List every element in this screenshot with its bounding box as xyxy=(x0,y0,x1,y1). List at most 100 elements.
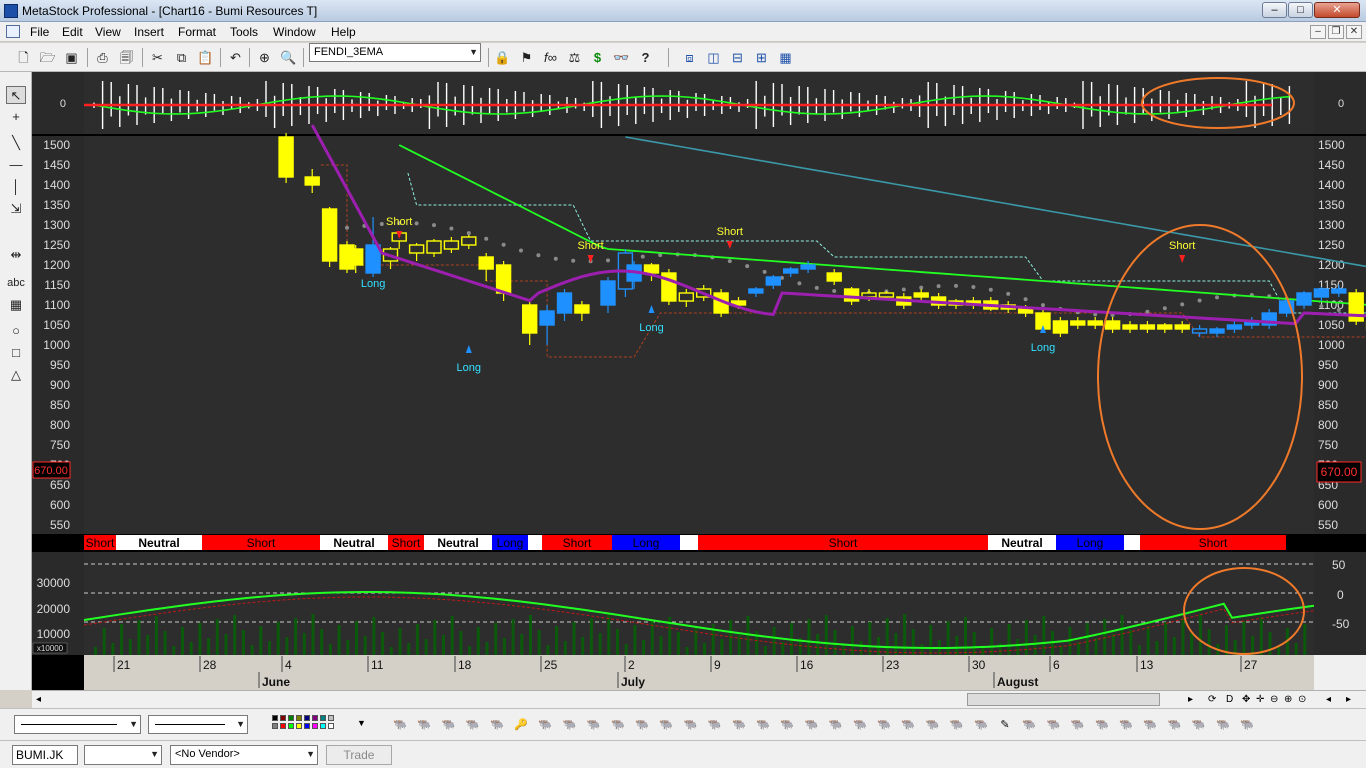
menu-file[interactable]: File xyxy=(30,25,49,39)
function-icon[interactable]: f∞ xyxy=(541,48,560,67)
expert-advisor-icon[interactable]: 🐃 xyxy=(973,717,989,733)
minimize-window-button[interactable]: – xyxy=(1262,2,1287,18)
binoculars-icon[interactable]: 👓 xyxy=(612,48,631,67)
color-swatch[interactable] xyxy=(304,715,310,721)
expert-advisor-icon[interactable]: 🐃 xyxy=(465,717,481,733)
expert-advisor-icon[interactable]: 🐃 xyxy=(1094,717,1110,733)
mdi-minimize-button[interactable]: – xyxy=(1310,25,1326,39)
color-swatch[interactable] xyxy=(312,723,318,729)
tile-horizontal-icon[interactable]: ⊟ xyxy=(728,48,747,67)
color-swatch[interactable] xyxy=(312,715,318,721)
menu-view[interactable]: View xyxy=(95,25,121,39)
cycle-lines-icon[interactable]: ⇹ xyxy=(6,246,26,264)
undo-icon[interactable]: ↶ xyxy=(226,48,245,67)
pen-icon[interactable]: ✎ xyxy=(997,717,1013,733)
cut-icon[interactable]: ✂ xyxy=(148,48,167,67)
expert-advisor-icon[interactable]: 🐃 xyxy=(803,717,819,733)
expert-advisor-icon[interactable]: 🐃 xyxy=(1021,717,1037,733)
expert-combo[interactable]: FENDI_3EMA ▼ xyxy=(309,43,481,62)
expert-advisor-icon[interactable]: 🐃 xyxy=(828,717,844,733)
pointer-icon[interactable]: ↖ xyxy=(6,86,26,104)
color-swatch[interactable] xyxy=(280,715,286,721)
chart-window[interactable]: 0 0 1500 1500 1450 1450 1400 1400 1350 1350 1300… xyxy=(32,72,1366,690)
menu-insert[interactable]: Insert xyxy=(134,25,164,39)
color-swatch[interactable] xyxy=(296,715,302,721)
expert-advisor-icon[interactable]: 🐃 xyxy=(1215,717,1231,733)
expert-advisor-icon[interactable]: 🐃 xyxy=(1142,717,1158,733)
expert-advisor-icon[interactable]: 🐃 xyxy=(586,717,602,733)
cascade-icon[interactable]: ⧈ xyxy=(680,48,699,67)
periodicity-combo[interactable]: ▼ xyxy=(84,745,162,765)
menu-help[interactable]: Help xyxy=(331,25,356,39)
expert-advisor-icon[interactable]: 🐃 xyxy=(779,717,795,733)
color-palette[interactable] xyxy=(272,715,356,733)
color-swatch[interactable] xyxy=(304,723,310,729)
color-swatch[interactable] xyxy=(328,715,334,721)
triangle-tool-icon[interactable]: △ xyxy=(6,366,26,384)
color-swatch[interactable] xyxy=(328,723,334,729)
color-palette-chevron-icon[interactable]: ▼ xyxy=(357,718,366,728)
horizontal-line-icon[interactable]: — xyxy=(6,156,26,174)
first-bar-icon[interactable]: ◂ xyxy=(1326,694,1331,705)
chart-document-icon[interactable] xyxy=(6,25,20,38)
trendline-icon[interactable]: ╲ xyxy=(6,134,26,152)
expert-advisor-icon[interactable]: 🐃 xyxy=(707,717,723,733)
move-icon[interactable]: ✥ xyxy=(1242,694,1250,705)
expert-advisor-icon[interactable]: 🐃 xyxy=(924,717,940,733)
print-icon[interactable]: ⎙ xyxy=(93,48,112,67)
color-swatch[interactable] xyxy=(280,723,286,729)
tile-vertical-icon[interactable]: ◫ xyxy=(704,48,723,67)
expert-advisor-icon[interactable]: 🐃 xyxy=(852,717,868,733)
dollar-icon[interactable]: $ xyxy=(588,48,607,67)
zoom-in-icon[interactable]: ✛ xyxy=(1256,694,1264,705)
key-icon[interactable]: 🔑 xyxy=(513,717,529,733)
color-swatch[interactable] xyxy=(288,715,294,721)
zoom-minus-icon[interactable]: ⊖ xyxy=(1270,694,1278,705)
context-help-icon[interactable]: ? xyxy=(636,48,655,67)
menu-edit[interactable]: Edit xyxy=(62,25,83,39)
density-icon[interactable]: D xyxy=(1226,694,1233,705)
expert-advisor-icon[interactable]: 🐃 xyxy=(1070,717,1086,733)
menu-format[interactable]: Format xyxy=(178,25,216,39)
expert-advisor-icon[interactable]: 🐃 xyxy=(1239,717,1255,733)
zoom-out-icon[interactable]: ⊙ xyxy=(1298,694,1306,705)
tile-grid-icon[interactable]: ⊞ xyxy=(752,48,771,67)
expert-advisor-icon[interactable]: 🐃 xyxy=(610,717,626,733)
color-swatch[interactable] xyxy=(296,723,302,729)
maximize-window-button[interactable]: □ xyxy=(1288,2,1313,18)
zoom-icon[interactable]: 🔍 xyxy=(279,48,298,67)
explorer-icon[interactable]: ⚖ xyxy=(565,48,584,67)
open-folder-icon[interactable]: 🗁 xyxy=(38,48,57,67)
expert-advisor-icon[interactable]: 🐃 xyxy=(876,717,892,733)
expert-advisor-icon[interactable]: 🐃 xyxy=(1045,717,1061,733)
trade-button[interactable]: Trade xyxy=(326,745,392,765)
color-swatch[interactable] xyxy=(320,723,326,729)
vendor-combo[interactable]: <No Vendor> ▼ xyxy=(170,745,318,765)
expert-advisor-icon[interactable]: 🐃 xyxy=(682,717,698,733)
paste-icon[interactable]: 📋 xyxy=(196,48,215,67)
color-swatch[interactable] xyxy=(272,723,278,729)
text-tool-icon[interactable]: abc xyxy=(6,274,26,292)
vertical-line-icon[interactable]: │ xyxy=(6,178,26,196)
wizard-icon[interactable]: ⚑ xyxy=(517,48,536,67)
rectangle-tool-icon[interactable]: □ xyxy=(6,344,26,362)
chart-horizontal-scrollbar[interactable]: ◂ ▸ ⟳ D ✥ ✛ ⊖ ⊕ ⊙ ◂ ▸ xyxy=(32,690,1366,708)
color-swatch[interactable] xyxy=(288,723,294,729)
ellipse-tool-icon[interactable]: ○ xyxy=(6,322,26,340)
expert-advisor-icon[interactable]: 🐃 xyxy=(731,717,747,733)
scroll-right-icon[interactable]: ▸ xyxy=(1188,694,1193,705)
expert-advisor-icon[interactable]: 🐃 xyxy=(658,717,674,733)
symbol-field[interactable]: BUMI.JK xyxy=(12,745,78,765)
scroll-left-icon[interactable]: ◂ xyxy=(36,694,41,705)
expert-advisor-icon[interactable]: 🐃 xyxy=(1191,717,1207,733)
grid-tool-icon[interactable]: ▦ xyxy=(6,296,26,314)
mdi-close-button[interactable]: ✕ xyxy=(1346,25,1362,39)
new-icon[interactable]: 🗋 xyxy=(14,48,33,67)
expert-advisor-icon[interactable]: 🐃 xyxy=(561,717,577,733)
mdi-restore-button[interactable]: ❐ xyxy=(1328,25,1344,39)
scroll-thumb[interactable] xyxy=(967,693,1160,706)
expert-advisor-icon[interactable]: 🐃 xyxy=(1118,717,1134,733)
expert-advisor-icon[interactable]: 🐃 xyxy=(949,717,965,733)
line-weight-combo[interactable]: ▼ xyxy=(148,715,248,734)
last-bar-icon[interactable]: ▸ xyxy=(1346,694,1351,705)
